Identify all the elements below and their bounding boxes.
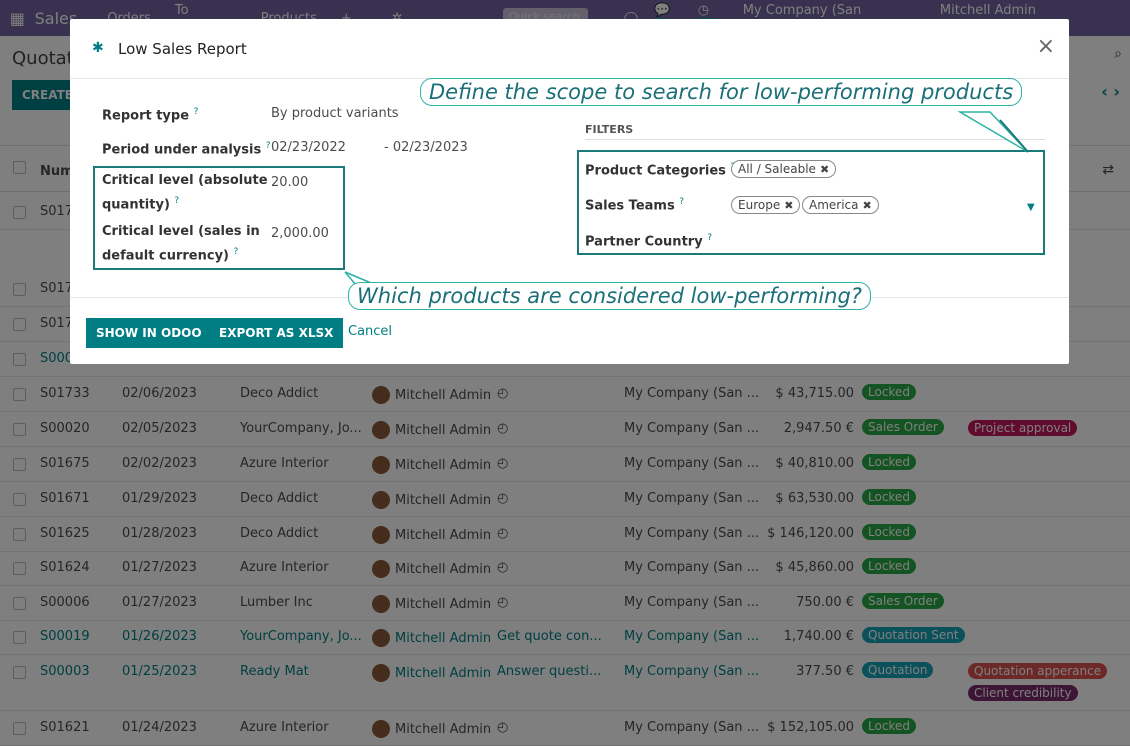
critical-callout: Which products are considered low-perfor… <box>348 282 871 310</box>
callout-tails <box>344 111 1029 286</box>
scope-callout: Define the scope to search for low-perfo… <box>420 78 1023 106</box>
scope-callout-tail <box>957 111 1029 153</box>
